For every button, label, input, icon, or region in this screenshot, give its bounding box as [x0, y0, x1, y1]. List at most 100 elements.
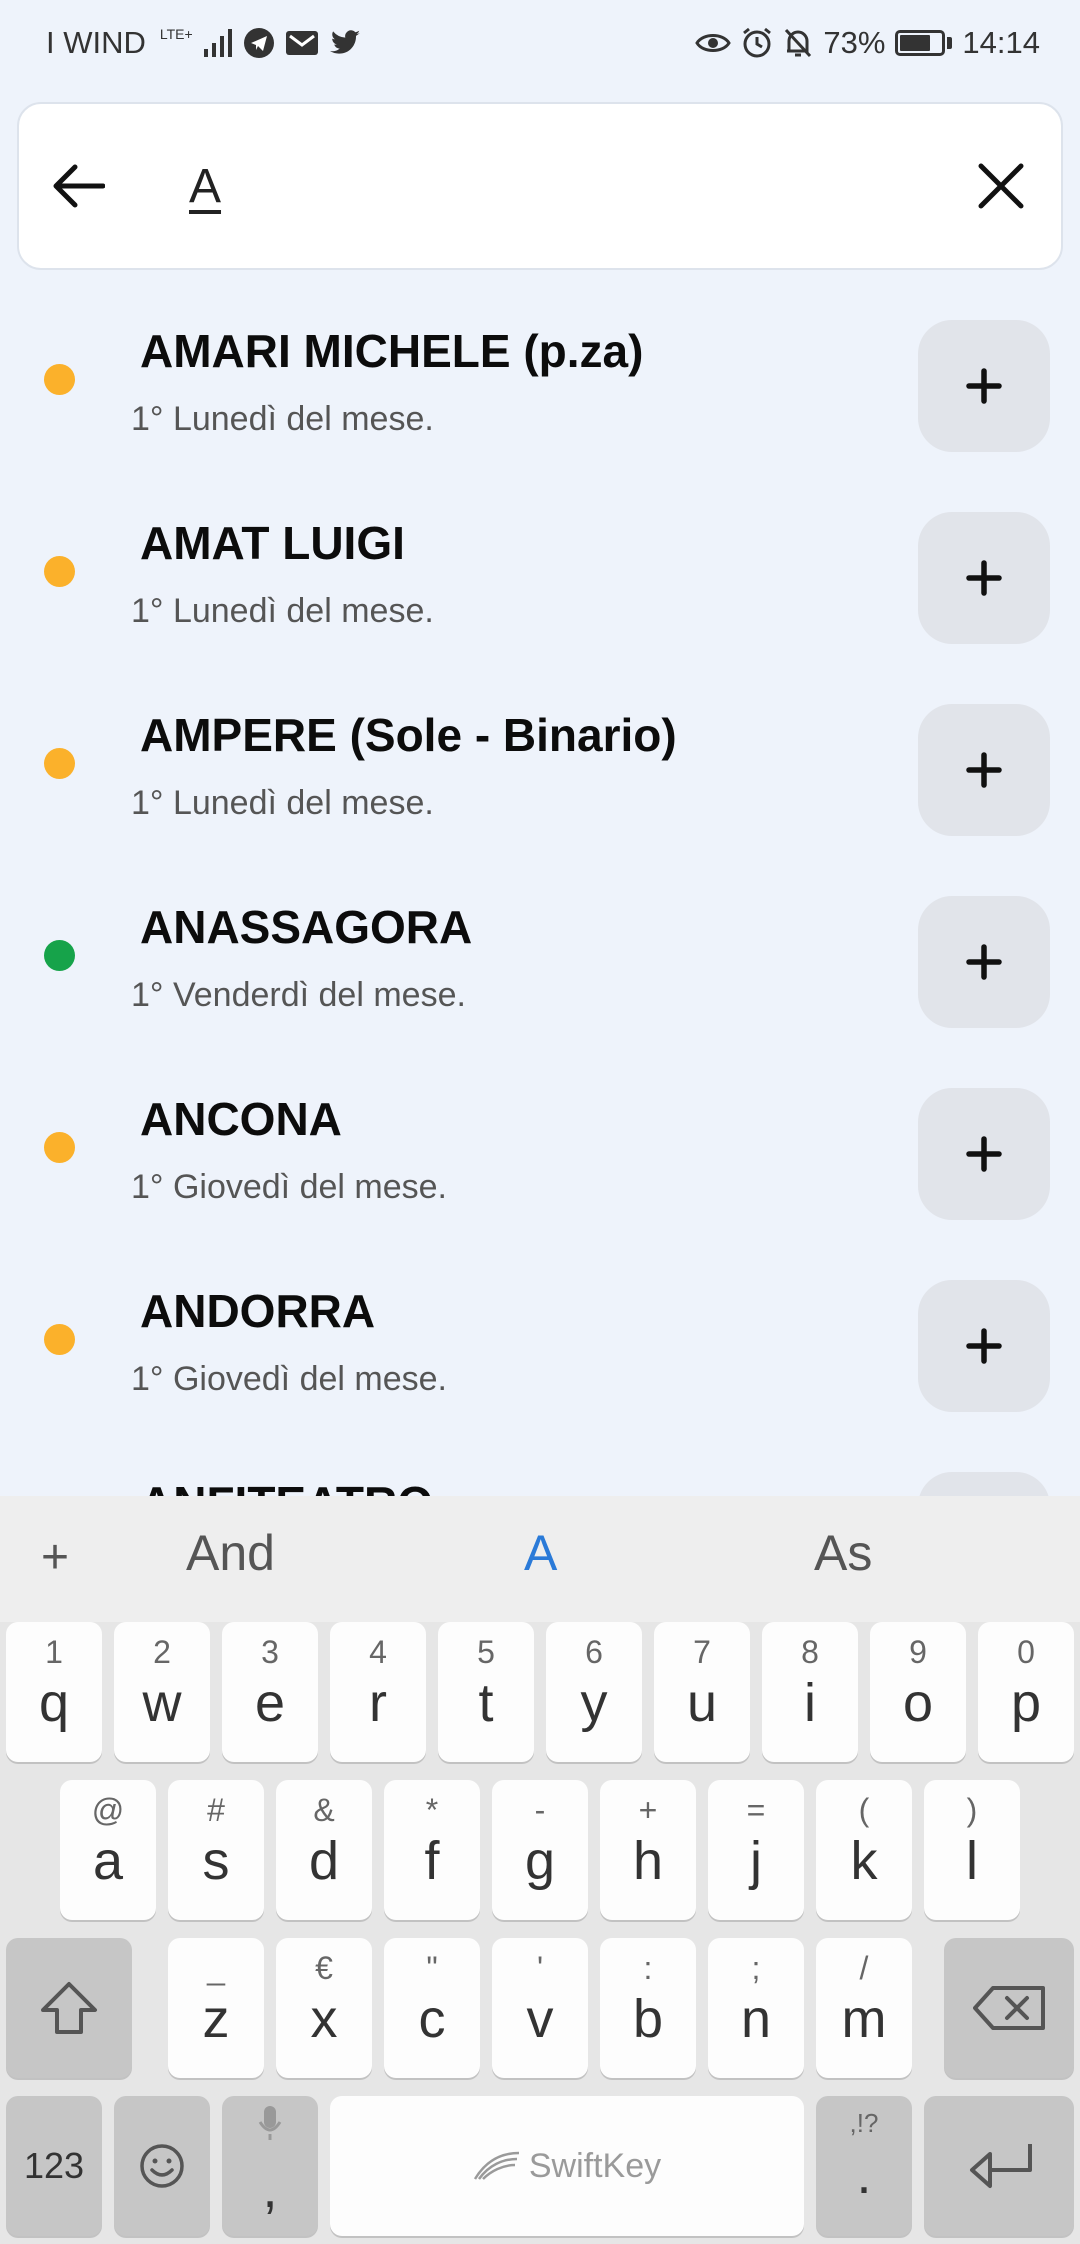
key-primary: n: [740, 1989, 772, 2049]
result-schedule: 1° Lunedì del mese.: [131, 592, 434, 630]
key-j[interactable]: = j: [708, 1780, 804, 1920]
key-q[interactable]: 1q: [6, 1622, 102, 1762]
microphone-icon: [258, 2106, 282, 2140]
add-button[interactable]: [918, 320, 1050, 452]
key-secondary: _: [207, 1950, 225, 1986]
numbers-label: 123: [23, 2145, 85, 2186]
key-secondary: €: [315, 1950, 333, 1986]
key-secondary: @: [91, 1792, 125, 1828]
battery-icon: [895, 30, 953, 56]
key-c[interactable]: " c: [384, 1938, 480, 2078]
key-n[interactable]: ; n: [708, 1938, 804, 2078]
back-button[interactable]: [19, 104, 139, 268]
key-f[interactable]: * f: [384, 1780, 480, 1920]
key-primary: s: [202, 1831, 230, 1891]
emoji-icon: [140, 2144, 184, 2188]
add-button[interactable]: [918, 1088, 1050, 1220]
key-secondary: =: [746, 1792, 766, 1828]
emoji-key[interactable]: [114, 2096, 210, 2236]
key-primary: z: [202, 1989, 230, 2049]
add-button[interactable]: [918, 896, 1050, 1028]
key-u[interactable]: 7u: [654, 1622, 750, 1762]
arrow-left-icon: [53, 164, 105, 208]
key-m[interactable]: / m: [816, 1938, 912, 2078]
key-p[interactable]: 0p: [978, 1622, 1074, 1762]
result-item[interactable]: AMARI MICHELE (p.za) 1° Lunedì del mese.: [0, 300, 1080, 492]
result-item[interactable]: ANDORRA 1° Giovedì del mese.: [0, 1260, 1080, 1452]
key-t[interactable]: 5t: [438, 1622, 534, 1762]
key-secondary: -: [534, 1792, 546, 1828]
suggestion-center[interactable]: A: [524, 1524, 557, 1582]
add-button[interactable]: [918, 704, 1050, 836]
comma-key[interactable]: ,: [222, 2096, 318, 2236]
period-key[interactable]: ,!?.: [816, 2096, 912, 2236]
key-secondary: *: [425, 1792, 439, 1828]
key-z[interactable]: _ z: [168, 1938, 264, 2078]
result-item[interactable]: ANFITEATRO: [0, 1452, 1080, 1496]
result-schedule: 1° Lunedì del mese.: [131, 784, 434, 822]
key-primary: c: [418, 1989, 446, 2049]
key-g[interactable]: -g: [492, 1780, 588, 1920]
key-secondary: +: [638, 1792, 658, 1828]
key-primary: h: [632, 1831, 664, 1891]
key-secondary: 0: [1017, 1634, 1035, 1670]
result-schedule: 1° Venderdì del mese.: [131, 976, 466, 1014]
key-o[interactable]: 9o: [870, 1622, 966, 1762]
status-dot: [44, 1324, 75, 1355]
key-y[interactable]: 6y: [546, 1622, 642, 1762]
mute-bell-icon: [783, 27, 813, 59]
key-primary: t: [478, 1673, 494, 1733]
key-primary: l: [966, 1831, 978, 1891]
status-dot: [44, 364, 75, 395]
key-h[interactable]: + h: [600, 1780, 696, 1920]
add-button[interactable]: [918, 1280, 1050, 1412]
key-i[interactable]: 8i: [762, 1622, 858, 1762]
key-v[interactable]: ' v: [492, 1938, 588, 2078]
suggestion-bar: + And A As: [0, 1496, 1080, 1622]
key-s[interactable]: # s: [168, 1780, 264, 1920]
key-secondary: 8: [801, 1634, 819, 1670]
result-item[interactable]: AMAT LUIGI 1° Lunedì del mese.: [0, 492, 1080, 684]
key-secondary: 5: [477, 1634, 495, 1670]
result-item[interactable]: AMPERE (Sole - Binario) 1° Lunedì del mes…: [0, 684, 1080, 876]
telegram-icon: [243, 27, 275, 59]
toolbar-expand-button[interactable]: +: [30, 1522, 80, 1592]
key-k[interactable]: (k: [816, 1780, 912, 1920]
battery-percent: 73%: [823, 25, 886, 60]
plus-icon: [966, 560, 1002, 596]
backspace-key[interactable]: [944, 1938, 1074, 2078]
key-primary: o: [902, 1673, 934, 1733]
shift-key[interactable]: [6, 1938, 132, 2078]
key-e[interactable]: 3e: [222, 1622, 318, 1762]
clear-search-button[interactable]: [941, 104, 1061, 268]
close-icon: [978, 163, 1024, 209]
numbers-key[interactable]: 123: [6, 2096, 102, 2236]
space-key[interactable]: SwiftKey: [330, 2096, 804, 2236]
key-secondary: ': [536, 1950, 544, 1986]
add-button[interactable]: [918, 1472, 1050, 1496]
status-dot: [44, 1132, 75, 1163]
key-d[interactable]: & d: [276, 1780, 372, 1920]
result-item[interactable]: ANASSAGORA 1° Venderdì del mese.: [0, 876, 1080, 1068]
alarm-icon: [741, 27, 773, 59]
key-secondary: ": [426, 1950, 438, 1986]
suggestion-left[interactable]: And: [186, 1524, 275, 1582]
key-primary: r: [369, 1673, 387, 1733]
shift-icon: [41, 1982, 97, 2034]
key-x[interactable]: € x: [276, 1938, 372, 2078]
enter-key[interactable]: [924, 2096, 1074, 2236]
add-button[interactable]: [918, 512, 1050, 644]
status-dot: [44, 748, 75, 779]
key-primary: e: [254, 1673, 286, 1733]
key-w[interactable]: 2w: [114, 1622, 210, 1762]
key-primary: g: [524, 1831, 556, 1891]
result-item[interactable]: ANCONA 1° Giovedì del mese.: [0, 1068, 1080, 1260]
suggestion-right[interactable]: As: [814, 1524, 872, 1582]
key-primary: q: [38, 1673, 70, 1733]
key-b[interactable]: :b: [600, 1938, 696, 2078]
key-r[interactable]: 4r: [330, 1622, 426, 1762]
signal-icon: [203, 29, 233, 57]
key-l[interactable]: ) l: [924, 1780, 1020, 1920]
key-a[interactable]: @ a: [60, 1780, 156, 1920]
search-input[interactable]: [139, 158, 941, 214]
